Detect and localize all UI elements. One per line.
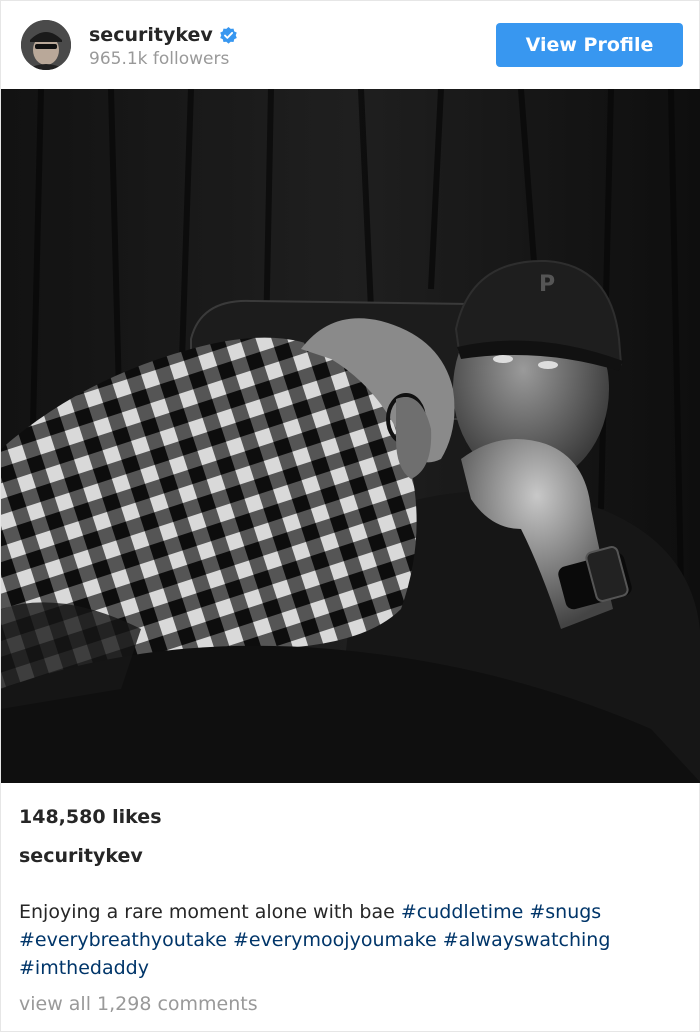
hashtag-link[interactable]: #alwayswatching — [443, 929, 611, 951]
post-photo[interactable]: P — [1, 89, 700, 783]
profile-username[interactable]: securitykev — [89, 23, 238, 47]
svg-text:P: P — [539, 272, 555, 297]
post-header: securitykev 965.1k followers View Profil… — [1, 1, 700, 89]
view-all-comments-link[interactable]: view all 1,298 comments — [19, 991, 258, 1017]
like-count[interactable]: 148,580 likes — [19, 805, 162, 829]
verified-badge-icon — [219, 26, 238, 45]
hashtag-link[interactable]: #cuddletime — [401, 901, 523, 923]
post-caption: Enjoying a rare moment alone with bae #c… — [19, 898, 679, 982]
follower-count: 965.1k followers — [89, 49, 230, 69]
hashtag-link[interactable]: #everybreathyoutake — [19, 929, 227, 951]
instagram-post-card: securitykev 965.1k followers View Profil… — [0, 0, 700, 1032]
view-profile-button[interactable]: View Profile — [496, 23, 683, 67]
hashtag-link[interactable]: #snugs — [529, 901, 601, 923]
caption-text: Enjoying a rare moment alone with bae — [19, 901, 395, 923]
hashtag-link[interactable]: #imthedaddy — [19, 957, 149, 979]
caption-author[interactable]: securitykev — [19, 844, 143, 868]
profile-avatar[interactable] — [21, 20, 71, 70]
hashtag-link[interactable]: #everymoojyoumake — [233, 929, 437, 951]
username-text[interactable]: securitykev — [89, 23, 213, 47]
